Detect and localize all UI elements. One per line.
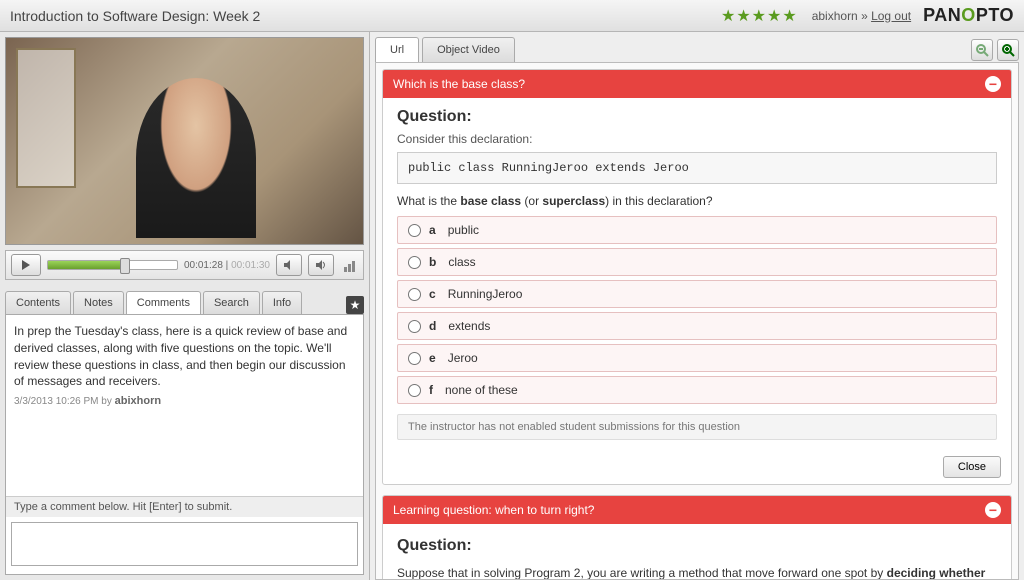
tab-comments[interactable]: Comments [126, 291, 201, 314]
panopto-logo: PANOPTO [923, 5, 1014, 26]
player-controls: 00:01:28 | 00:01:30 [5, 250, 364, 280]
page-title: Introduction to Software Design: Week 2 [10, 8, 260, 24]
comment-hint: Type a comment below. Hit [Enter] to sub… [6, 496, 363, 517]
code-block: public class RunningJeroo extends Jeroo [397, 152, 997, 184]
comments-panel: In prep the Tuesday's class, here is a q… [5, 314, 364, 575]
radio-input[interactable] [408, 224, 421, 237]
close-button[interactable]: Close [943, 456, 1001, 478]
tab-contents[interactable]: Contents [5, 291, 71, 314]
question-header: Which is the base class? − [383, 70, 1011, 98]
question-body: Suppose that in solving Program 2, you a… [397, 564, 997, 580]
content-area: Which is the base class? − Question: Con… [375, 62, 1019, 580]
mute-button[interactable] [276, 254, 302, 276]
question-header: Learning question: when to turn right? − [383, 496, 1011, 524]
radio-input[interactable] [408, 384, 421, 397]
answer-option[interactable]: fnone of these [397, 376, 997, 404]
answer-option[interactable]: bclass [397, 248, 997, 276]
volume-button[interactable] [308, 254, 334, 276]
tab-url[interactable]: Url [375, 37, 419, 62]
question-prompt: What is the base class (or superclass) i… [397, 194, 997, 208]
radio-input[interactable] [408, 352, 421, 365]
radio-input[interactable] [408, 256, 421, 269]
comment-text: In prep the Tuesday's class, here is a q… [14, 323, 355, 390]
tab-object-video[interactable]: Object Video [422, 37, 515, 62]
answer-option[interactable]: eJeroo [397, 344, 997, 372]
question-subtitle: Consider this declaration: [397, 132, 997, 146]
username: abixhorn [812, 9, 858, 23]
time-display: 00:01:28 | 00:01:30 [184, 260, 270, 271]
comment-meta: 3/3/2013 10:26 PM by abixhorn [14, 394, 355, 409]
zoom-out-button[interactable] [971, 39, 993, 61]
collapse-icon[interactable]: − [985, 502, 1001, 518]
collapse-icon[interactable]: − [985, 76, 1001, 92]
question-title: Question: [397, 534, 997, 558]
answer-option[interactable]: dextends [397, 312, 997, 340]
question-card-1: Which is the base class? − Question: Con… [382, 69, 1012, 485]
tab-search[interactable]: Search [203, 291, 260, 314]
zoom-in-button[interactable] [997, 39, 1019, 61]
question-title: Question: [397, 108, 997, 126]
video-player[interactable] [5, 37, 364, 245]
tab-notes[interactable]: Notes [73, 291, 124, 314]
bookmark-icon[interactable]: ★ [346, 296, 364, 314]
answer-option[interactable]: cRunningJeroo [397, 280, 997, 308]
answer-option[interactable]: apublic [397, 216, 997, 244]
submission-note: The instructor has not enabled student s… [397, 414, 997, 440]
user-info: abixhorn » Log out [812, 9, 911, 23]
rating-stars[interactable]: ★★★★★ [721, 6, 798, 26]
comment-textarea[interactable] [11, 522, 358, 566]
radio-input[interactable] [408, 288, 421, 301]
question-card-2: Learning question: when to turn right? −… [382, 495, 1012, 580]
play-button[interactable] [11, 254, 41, 276]
tab-info[interactable]: Info [262, 291, 302, 314]
logout-link[interactable]: Log out [871, 9, 911, 23]
progress-bar[interactable] [47, 260, 178, 270]
stats-icon[interactable] [344, 258, 358, 272]
radio-input[interactable] [408, 320, 421, 333]
